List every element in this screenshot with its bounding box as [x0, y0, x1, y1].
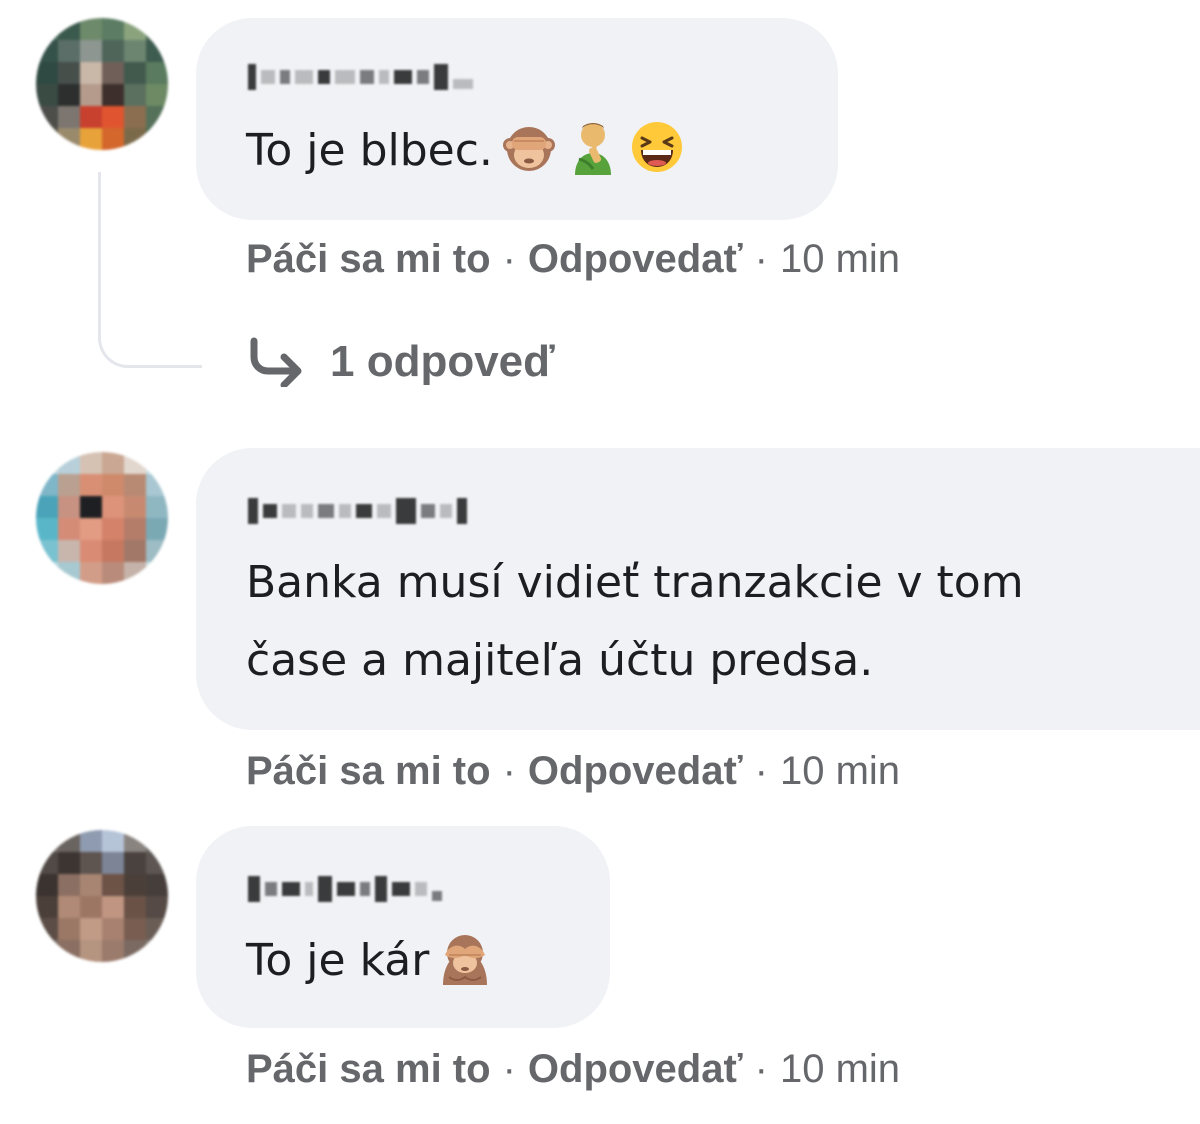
author-name-redacted[interactable] [248, 60, 473, 94]
reply-button[interactable]: Odpovedať [528, 1047, 743, 1092]
replies-count-label[interactable]: 1 odpoveď [330, 337, 555, 387]
comment-timestamp[interactable]: 10 min [780, 237, 900, 282]
comment-actions: Páči sa mi to · Odpovedať · 10 min [246, 746, 900, 796]
comment-actions: Páči sa mi to · Odpovedať · 10 min [246, 1044, 900, 1094]
comment-text: To je kár [246, 922, 493, 1000]
comment-text: To je blbec. [246, 112, 685, 190]
comment-actions: Páči sa mi to · Odpovedať · 10 min [246, 234, 900, 284]
reply-button[interactable]: Odpovedať [528, 237, 743, 282]
like-button[interactable]: Páči sa mi to [246, 237, 491, 282]
author-name-redacted[interactable] [248, 494, 467, 528]
separator: · [502, 748, 516, 793]
separator: · [754, 1046, 768, 1091]
reply-button[interactable]: Odpovedať [528, 749, 743, 794]
like-button[interactable]: Páči sa mi to [246, 1047, 491, 1092]
avatar[interactable] [36, 830, 168, 962]
grinning-squinting-face-icon [629, 119, 685, 175]
like-button[interactable]: Páči sa mi to [246, 749, 491, 794]
see-no-evil-monkey-icon [437, 929, 493, 985]
comment-timestamp[interactable]: 10 min [780, 749, 900, 794]
view-replies-link[interactable]: 1 odpoveď [246, 330, 555, 394]
author-name-redacted[interactable] [248, 872, 442, 906]
reply-arrow-icon [246, 337, 306, 387]
see-no-evil-monkey-icon [501, 119, 557, 175]
separator: · [502, 236, 516, 281]
person-facepalming-icon [565, 119, 621, 175]
comment-timestamp[interactable]: 10 min [780, 1047, 900, 1092]
separator: · [754, 236, 768, 281]
comment-text-line: Banka musí vidieť tranzakcie v tom [246, 557, 1024, 608]
thread-connector-line [98, 172, 202, 368]
avatar[interactable] [36, 452, 168, 584]
comment-text: Banka musí vidieť tranzakcie v tom čase … [246, 544, 1024, 700]
avatar[interactable] [36, 18, 168, 150]
separator: · [502, 1046, 516, 1091]
separator: · [754, 748, 768, 793]
comment-text-line: čase a majiteľa účtu predsa. [246, 635, 874, 686]
